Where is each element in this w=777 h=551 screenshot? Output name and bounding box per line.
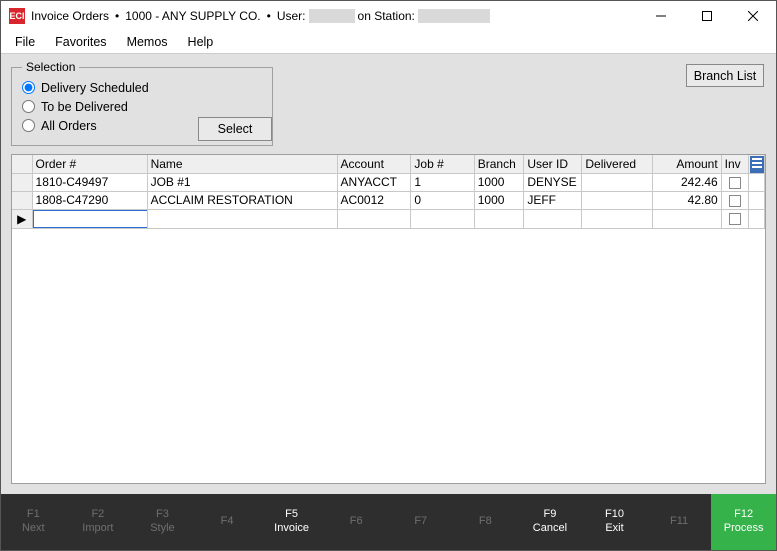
cell-account[interactable]: ANYACCT <box>337 173 411 191</box>
branch-list-button[interactable]: Branch List <box>686 64 764 87</box>
cell-order[interactable]: 1810-C49497 <box>32 173 147 191</box>
minimize-button[interactable] <box>638 1 684 31</box>
fn-f2-import[interactable]: F2Import <box>66 494 131 550</box>
cell-job[interactable]: 0 <box>411 191 474 209</box>
table-row[interactable]: 1808-C47290 ACCLAIM RESTORATION AC0012 0… <box>12 191 765 209</box>
close-button[interactable] <box>730 1 776 31</box>
col-branch[interactable]: Branch <box>474 155 524 173</box>
title-user-mask <box>309 9 355 23</box>
fn-f3-style[interactable]: F3Style <box>130 494 195 550</box>
titlebar: ECI Invoice Orders • 1000 - ANY SUPPLY C… <box>1 1 776 31</box>
col-user[interactable]: User ID <box>524 155 582 173</box>
function-key-bar: F1Next F2Import F3Style F4 F5Invoice F6 … <box>1 494 776 550</box>
minimize-icon <box>656 11 666 21</box>
title-station-prefix: on Station: <box>358 9 415 23</box>
fn-f9-cancel[interactable]: F9Cancel <box>518 494 583 550</box>
col-amount[interactable]: Amount <box>653 155 722 173</box>
col-job[interactable]: Job # <box>411 155 474 173</box>
cell-inv[interactable] <box>721 173 748 191</box>
fn-f10-exit[interactable]: F10Exit <box>582 494 647 550</box>
checkbox-icon[interactable] <box>729 213 741 225</box>
cell-delivered[interactable] <box>582 173 653 191</box>
col-name[interactable]: Name <box>147 155 337 173</box>
client-area: Selection Delivery Scheduled To be Deliv… <box>1 53 776 494</box>
cell-branch[interactable]: 1000 <box>474 191 524 209</box>
radio-delivery-scheduled[interactable]: Delivery Scheduled <box>22 78 262 97</box>
menu-help[interactable]: Help <box>178 33 224 51</box>
title-company: 1000 - ANY SUPPLY CO. <box>125 9 260 23</box>
fn-f7[interactable]: F7 <box>388 494 453 550</box>
cell-user[interactable]: JEFF <box>524 191 582 209</box>
cell-inv[interactable] <box>721 191 748 209</box>
menubar: File Favorites Memos Help <box>1 31 776 53</box>
table-row[interactable]: 1810-C49497 JOB #1 ANYACCT 1 1000 DENYSE… <box>12 173 765 191</box>
cell-amount[interactable]: 42.80 <box>653 191 722 209</box>
col-inv[interactable]: Inv <box>721 155 748 173</box>
title-app: Invoice Orders <box>31 9 109 23</box>
cell-delivered[interactable] <box>582 191 653 209</box>
fn-f1-next[interactable]: F1Next <box>1 494 66 550</box>
fn-f12-process[interactable]: F12Process <box>711 494 776 550</box>
cell-job[interactable]: 1 <box>411 173 474 191</box>
order-input[interactable] <box>33 210 148 228</box>
cell-inv[interactable] <box>721 209 748 228</box>
column-chooser-button[interactable] <box>750 156 764 173</box>
cell-amount[interactable]: 242.46 <box>653 173 722 191</box>
grid-header-row: Order # Name Account Job # Branch User I… <box>12 155 765 173</box>
radio-delivery-scheduled-input[interactable] <box>22 81 35 94</box>
cell-order[interactable]: 1808-C47290 <box>32 191 147 209</box>
app-window: ECI Invoice Orders • 1000 - ANY SUPPLY C… <box>0 0 777 551</box>
radio-to-be-delivered[interactable]: To be Delivered <box>22 97 262 116</box>
orders-grid[interactable]: Order # Name Account Job # Branch User I… <box>11 154 766 484</box>
checkbox-icon[interactable] <box>729 195 741 207</box>
cell-user[interactable]: DENYSE <box>524 173 582 191</box>
app-icon: ECI <box>9 8 25 24</box>
close-icon <box>748 11 758 21</box>
col-order[interactable]: Order # <box>32 155 147 173</box>
menu-favorites[interactable]: Favorites <box>45 33 116 51</box>
cell-account[interactable]: AC0012 <box>337 191 411 209</box>
col-delivered[interactable]: Delivered <box>582 155 653 173</box>
fn-f4[interactable]: F4 <box>195 494 260 550</box>
col-account[interactable]: Account <box>337 155 411 173</box>
checkbox-icon[interactable] <box>729 177 741 189</box>
menu-memos[interactable]: Memos <box>117 33 178 51</box>
table-row-new[interactable]: ▶ ▼ <box>12 209 765 228</box>
fn-f8[interactable]: F8 <box>453 494 518 550</box>
hamburger-icon <box>752 162 762 168</box>
fn-f6[interactable]: F6 <box>324 494 389 550</box>
fn-f5-invoice[interactable]: F5Invoice <box>259 494 324 550</box>
title-station-mask <box>418 9 490 23</box>
select-button[interactable]: Select <box>198 117 272 141</box>
cell-name[interactable]: ACCLAIM RESTORATION <box>147 191 337 209</box>
current-row-marker: ▶ <box>12 209 32 228</box>
fn-f11[interactable]: F11 <box>647 494 712 550</box>
selection-legend: Selection <box>22 60 79 74</box>
radio-all-orders-input[interactable] <box>22 119 35 132</box>
grid-corner[interactable] <box>12 155 32 173</box>
title-user-prefix: User: <box>277 9 306 23</box>
maximize-icon <box>702 11 712 21</box>
cell-order-input[interactable]: ▼ <box>32 209 147 228</box>
cell-name[interactable]: JOB #1 <box>147 173 337 191</box>
menu-file[interactable]: File <box>5 33 45 51</box>
maximize-button[interactable] <box>684 1 730 31</box>
radio-to-be-delivered-input[interactable] <box>22 100 35 113</box>
cell-branch[interactable]: 1000 <box>474 173 524 191</box>
